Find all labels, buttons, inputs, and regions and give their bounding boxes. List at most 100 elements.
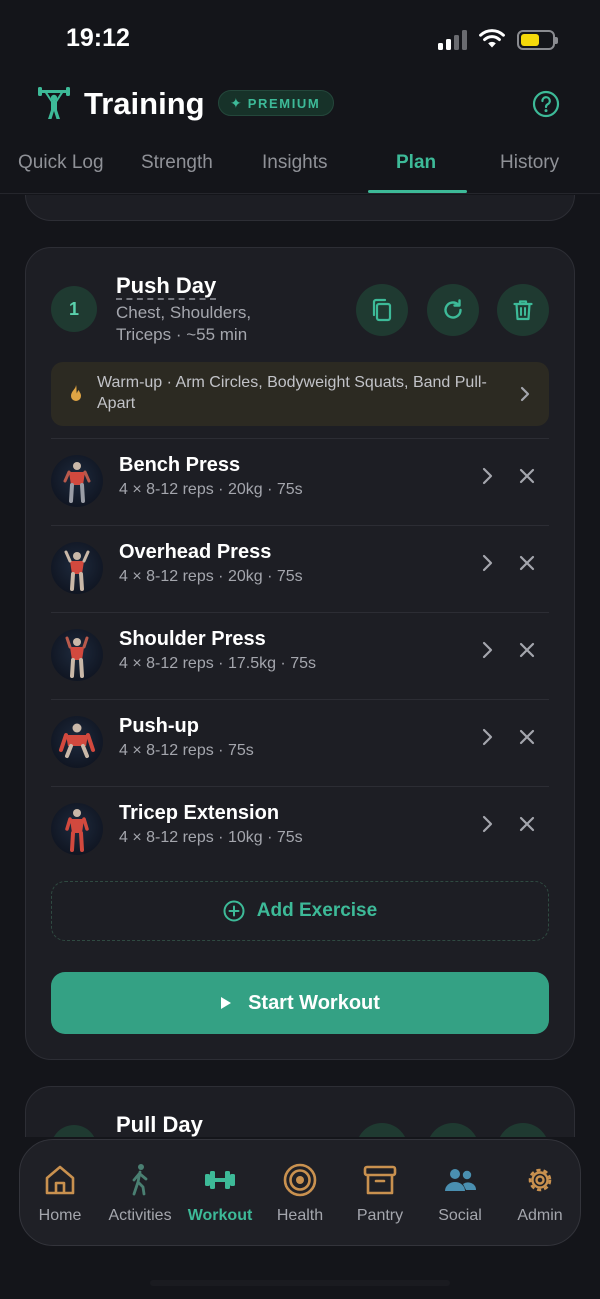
app-header: Training ✦ PREMIUM [0, 80, 600, 130]
nav-label: Activities [108, 1207, 172, 1224]
sparkle-icon: ✦ [230, 94, 242, 111]
home-icon [45, 1165, 75, 1195]
bottom-nav: Home Activities Workout Health Pantry So… [19, 1139, 581, 1246]
day-title[interactable]: Push Day [116, 274, 217, 300]
copy-icon [372, 298, 392, 322]
exercise-thumbnail [51, 629, 103, 681]
chevron-right-icon[interactable] [481, 553, 493, 573]
nav-label: Health [276, 1207, 324, 1224]
exercise-thumbnail [51, 455, 103, 507]
exercise-detail: 4 × 8-12 reps · 20kg · 75s [119, 568, 303, 585]
exercise-thumbnail [51, 803, 103, 855]
tab-quick-log[interactable]: Quick Log [18, 152, 104, 174]
day-number-badge: 1 [51, 286, 97, 332]
chevron-right-icon[interactable] [481, 640, 493, 660]
remove-exercise-icon[interactable] [519, 642, 535, 658]
nav-workout[interactable]: Workout [180, 1162, 260, 1225]
help-icon[interactable] [532, 90, 560, 118]
chevron-right-icon [520, 386, 530, 402]
cellular-signal-icon [438, 30, 468, 50]
status-time: 19:12 [66, 24, 130, 52]
remove-exercise-icon[interactable] [519, 555, 535, 571]
previous-card [25, 195, 575, 221]
exercise-detail: 4 × 8-12 reps · 20kg · 75s [119, 481, 303, 498]
refresh-icon [444, 299, 462, 319]
battery-icon [517, 30, 558, 50]
archive-box-icon [363, 1165, 397, 1195]
nav-label: Pantry [356, 1207, 404, 1224]
tab-strength[interactable]: Strength [141, 152, 213, 174]
nav-health[interactable]: Health [260, 1162, 340, 1225]
nav-label: Admin [517, 1207, 563, 1224]
nav-label: Workout [187, 1207, 253, 1224]
premium-label: PREMIUM [247, 95, 321, 111]
exercise-row[interactable]: Tricep Extension 4 × 8-12 reps · 10kg · … [51, 786, 549, 873]
exercise-row[interactable]: Shoulder Press 4 × 8-12 reps · 17.5kg · … [51, 612, 549, 699]
add-exercise-label: Add Exercise [256, 900, 378, 921]
walking-person-icon [132, 1164, 148, 1196]
exercise-name: Bench Press [119, 454, 241, 476]
delete-day-button[interactable] [497, 284, 549, 336]
start-workout-button[interactable]: Start Workout [51, 972, 549, 1034]
remove-exercise-icon[interactable] [519, 729, 535, 745]
next-day-card: 2 Pull Day [25, 1086, 575, 1137]
nav-pantry[interactable]: Pantry [340, 1162, 420, 1225]
weightlifter-icon [38, 87, 70, 119]
wifi-icon [479, 29, 505, 48]
trash-icon [513, 300, 533, 321]
remove-exercise-icon[interactable] [519, 816, 535, 832]
exercise-row[interactable]: Push-up 4 × 8-12 reps · 75s [51, 699, 549, 786]
tab-insights[interactable]: Insights [262, 152, 327, 174]
play-icon [221, 997, 232, 1009]
tab-plan[interactable]: Plan [396, 152, 436, 174]
day-number-badge: 2 [51, 1125, 97, 1137]
delete-day-button[interactable] [497, 1123, 549, 1137]
warmup-row[interactable]: Warm-up · Arm Circles, Bodyweight Squats… [51, 362, 549, 426]
top-tabs: Quick Log Strength Insights Plan History [0, 140, 600, 194]
day-title[interactable]: Pull Day [116, 1113, 203, 1137]
chevron-right-icon[interactable] [481, 727, 493, 747]
plan-scroll-area[interactable]: 1 Push Day Chest, Shoulders, Triceps · ~… [0, 195, 600, 1137]
exercise-name: Shoulder Press [119, 628, 266, 650]
premium-badge[interactable]: ✦ PREMIUM [218, 90, 335, 116]
add-exercise-button[interactable]: Add Exercise [51, 881, 549, 941]
active-tab-indicator [368, 190, 467, 193]
flame-icon [71, 385, 81, 401]
refresh-day-button[interactable] [427, 1123, 479, 1137]
exercise-detail: 4 × 8-12 reps · 17.5kg · 75s [119, 655, 316, 672]
exercise-detail: 4 × 8-12 reps · 75s [119, 742, 254, 759]
exercise-name: Tricep Extension [119, 802, 280, 824]
exercise-name: Overhead Press [119, 541, 272, 563]
nav-activities[interactable]: Activities [100, 1162, 180, 1225]
nav-label: Social [438, 1207, 482, 1224]
battery-level [521, 34, 539, 46]
start-workout-label: Start Workout [248, 991, 380, 1014]
chevron-right-icon[interactable] [481, 814, 493, 834]
people-icon [445, 1169, 477, 1191]
exercise-thumbnail [51, 542, 103, 594]
app-title: Training [84, 86, 205, 121]
duplicate-day-button[interactable] [356, 1123, 408, 1137]
tab-history[interactable]: History [500, 152, 559, 174]
exercise-thumbnail [51, 716, 103, 768]
day-subtitle: Chest, Shoulders, Triceps · ~55 min [116, 303, 252, 344]
exercise-list: Bench Press 4 × 8-12 reps · 20kg · 75s O… [51, 438, 549, 873]
plus-circle-icon [223, 900, 245, 922]
target-icon [283, 1163, 317, 1197]
chevron-right-icon[interactable] [481, 466, 493, 486]
exercise-row[interactable]: Bench Press 4 × 8-12 reps · 20kg · 75s [51, 438, 549, 525]
dumbbell-icon [205, 1171, 235, 1189]
exercise-row[interactable]: Overhead Press 4 × 8-12 reps · 20kg · 75… [51, 525, 549, 612]
home-indicator [150, 1280, 450, 1286]
remove-exercise-icon[interactable] [519, 468, 535, 484]
refresh-day-button[interactable] [427, 284, 479, 336]
warmup-text: Warm-up · Arm Circles, Bodyweight Squats… [97, 374, 487, 412]
duplicate-day-button[interactable] [356, 284, 408, 336]
exercise-detail: 4 × 8-12 reps · 10kg · 75s [119, 829, 303, 846]
exercise-name: Push-up [119, 715, 199, 737]
nav-social[interactable]: Social [420, 1162, 500, 1225]
nav-home[interactable]: Home [20, 1162, 100, 1225]
nav-admin[interactable]: Admin [500, 1162, 580, 1225]
status-bar: 19:12 [0, 0, 600, 80]
gear-icon [528, 1168, 552, 1192]
